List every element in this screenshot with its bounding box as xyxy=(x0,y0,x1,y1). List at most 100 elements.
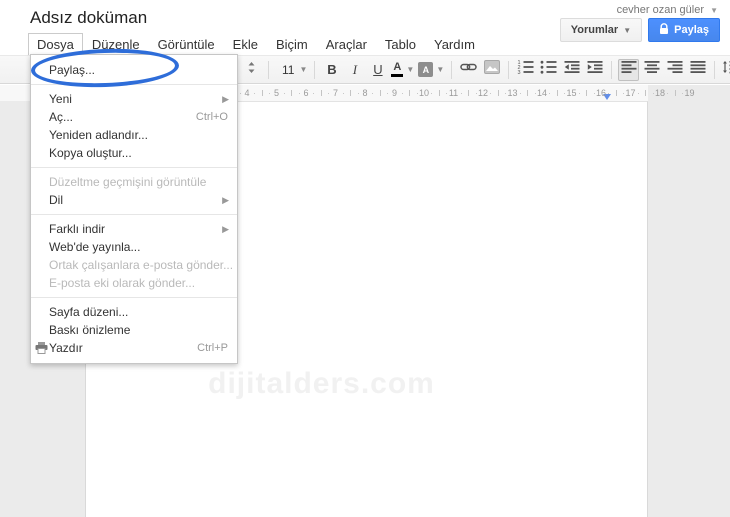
ruler-number: 9 xyxy=(391,88,398,98)
file-menu-item[interactable]: Baskı önizleme xyxy=(31,321,237,339)
ruler-dot xyxy=(372,93,374,94)
highlight-color-button[interactable]: A ▼ xyxy=(417,59,445,81)
align-justify-button[interactable] xyxy=(687,59,708,81)
menu-item-label: E-posta eki olarak gönder... xyxy=(49,276,196,290)
italic-icon: I xyxy=(352,61,358,77)
menubar-item-görüntüle[interactable]: Görüntüle xyxy=(149,33,224,55)
indent-button[interactable] xyxy=(584,59,605,81)
menu-item-label: Düzeltme geçmişini görüntüle xyxy=(49,175,207,189)
chevron-down-icon: ▼ xyxy=(623,25,632,35)
ruler-number: 19 xyxy=(684,88,695,98)
account-menu[interactable]: cevher ozan güler ▼ xyxy=(617,4,718,16)
insert-image-button[interactable] xyxy=(481,59,502,81)
comments-button-label: Yorumlar xyxy=(570,24,619,36)
ruler-dot xyxy=(534,93,536,94)
ruler-tick xyxy=(586,90,588,96)
menubar-item-biçim[interactable]: Biçim xyxy=(267,33,317,55)
file-menu-item: E-posta eki olarak gönder... xyxy=(31,274,237,292)
underline-icon: U xyxy=(373,61,383,77)
menu-item-label: Yazdır xyxy=(49,341,83,355)
file-menu-item[interactable]: Yazdır Ctrl+P xyxy=(31,339,237,357)
share-button-label: Paylaş xyxy=(674,24,709,36)
insert-link-button[interactable] xyxy=(458,59,479,81)
menubar-item-ekle[interactable]: Ekle xyxy=(224,33,267,55)
font-size-value: 11 xyxy=(282,62,295,77)
align-right-icon xyxy=(667,60,683,79)
numbered-list-button[interactable]: 123 xyxy=(515,59,536,81)
ruler-dot xyxy=(239,93,241,94)
ruler-dot xyxy=(283,93,285,94)
menubar-item-tablo[interactable]: Tablo xyxy=(376,33,425,55)
underline-button[interactable]: U xyxy=(367,59,388,81)
align-left-button[interactable] xyxy=(618,58,640,81)
numbered-list-icon: 123 xyxy=(517,60,534,79)
menubar-item-düzenle[interactable]: Düzenle xyxy=(83,33,149,55)
text-color-button[interactable]: A ▼ xyxy=(390,59,415,81)
ruler-dot xyxy=(564,93,566,94)
indent-icon xyxy=(587,60,603,79)
ruler-dot xyxy=(682,93,684,94)
outdent-button[interactable] xyxy=(561,59,582,81)
ruler-number: 16 xyxy=(595,88,607,98)
ruler-dot xyxy=(401,93,403,94)
file-menu-item[interactable]: Dil ▶ xyxy=(31,191,237,209)
italic-button[interactable]: I xyxy=(344,59,365,81)
stepper-icon xyxy=(247,61,256,79)
menu-item-label: Sayfa düzeni... xyxy=(49,305,129,319)
ruler-dot xyxy=(357,93,359,94)
file-menu-item[interactable]: Yeni ▶ xyxy=(31,90,237,108)
line-spacing-button[interactable]: ▼ xyxy=(721,59,730,81)
align-center-button[interactable] xyxy=(641,59,662,81)
menubar-item-araçlar[interactable]: Araçlar xyxy=(317,33,376,55)
ruler-number: 10 xyxy=(418,88,430,98)
ruler-dot xyxy=(446,93,448,94)
menu-separator xyxy=(31,297,237,298)
file-menu-item[interactable]: Aç... Ctrl+O xyxy=(31,108,237,126)
ruler-dot xyxy=(578,93,580,94)
ruler-number: 12 xyxy=(477,88,489,98)
topbar: Adsız doküman cevher ozan güler ▼ Yoruml… xyxy=(0,0,730,55)
ruler-dot xyxy=(460,93,462,94)
ruler-tick xyxy=(468,90,470,96)
file-menu-item[interactable]: Kopya oluştur... xyxy=(31,144,237,162)
file-menu-item[interactable]: Yeniden adlandır... xyxy=(31,126,237,144)
submenu-arrow-icon: ▶ xyxy=(222,93,229,104)
size-stepper[interactable] xyxy=(241,59,262,81)
printer-icon xyxy=(35,342,48,357)
ruler-dot xyxy=(269,93,271,94)
chevron-down-icon: ▼ xyxy=(436,65,445,74)
ruler-dot xyxy=(549,93,551,94)
ruler-tick xyxy=(409,90,411,96)
comments-button[interactable]: Yorumlar ▼ xyxy=(559,18,643,42)
menubar-item-yardım[interactable]: Yardım xyxy=(425,33,484,55)
menu-item-label: Farklı indir xyxy=(49,222,106,236)
ruler-tick xyxy=(556,90,558,96)
menu-item-label: Yeni xyxy=(49,92,72,106)
share-button[interactable]: Paylaş xyxy=(648,18,720,42)
highlight-icon: A xyxy=(418,62,434,77)
file-menu-item[interactable]: Web'de yayınla... xyxy=(31,238,237,256)
font-size-select[interactable]: 11 ▼ xyxy=(275,59,308,81)
file-menu-item[interactable]: Paylaş... xyxy=(31,61,237,79)
file-menu-item[interactable]: Farklı indir ▶ xyxy=(31,220,237,238)
menu-separator xyxy=(31,167,237,168)
page-title[interactable]: Adsız doküman xyxy=(30,8,147,28)
ruler-number: 8 xyxy=(362,88,368,98)
text-color-icon: A xyxy=(391,62,404,77)
ruler-dot xyxy=(637,93,639,94)
lock-icon xyxy=(659,22,669,38)
ruler-tick xyxy=(438,90,440,96)
bold-button[interactable]: B xyxy=(321,59,342,81)
ruler-number: 18 xyxy=(654,88,666,98)
ruler-dot xyxy=(652,93,654,94)
file-menu-item: Düzeltme geçmişini görüntüle xyxy=(31,173,237,191)
ruler-tick xyxy=(527,90,529,96)
line-spacing-icon xyxy=(722,60,730,79)
menubar-item-dosya[interactable]: Dosya xyxy=(28,33,83,55)
file-menu-item[interactable]: Sayfa düzeni... xyxy=(31,303,237,321)
align-left-icon xyxy=(621,60,637,79)
ruler-dot xyxy=(298,93,300,94)
file-menu-item: Ortak çalışanlara e-posta gönder... xyxy=(31,256,237,274)
bulleted-list-button[interactable] xyxy=(538,59,559,81)
align-right-button[interactable] xyxy=(664,59,685,81)
